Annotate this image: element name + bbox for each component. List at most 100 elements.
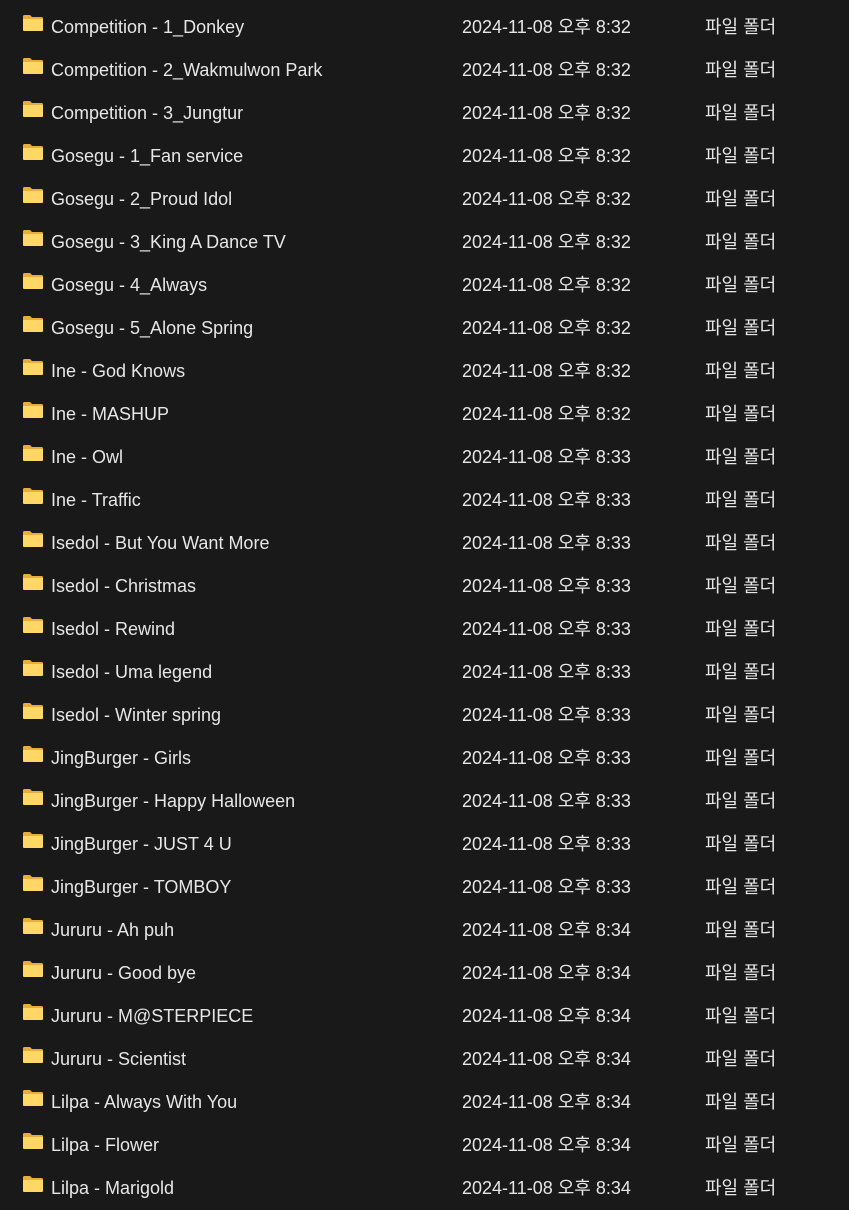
- file-row[interactable]: Gosegu - 4_Always 2024-11-08 오후 8:32 파일 …: [0, 264, 849, 307]
- file-type: 파일 폴더: [705, 490, 777, 510]
- file-name: JingBurger - TOMBOY: [51, 877, 232, 897]
- date-modified: 2024-11-08 오후 8:32: [462, 189, 631, 209]
- file-name: Gosegu - 2_Proud Idol: [51, 189, 233, 209]
- file-row[interactable]: Competition - 1_Donkey 2024-11-08 오후 8:3…: [0, 6, 849, 49]
- file-name: Isedol - Rewind: [51, 619, 176, 639]
- folder-icon: [23, 660, 43, 676]
- file-name: Isedol - Uma legend: [51, 662, 213, 682]
- folder-icon: [23, 574, 43, 590]
- file-row[interactable]: Isedol - Winter spring 2024-11-08 오후 8:3…: [0, 694, 849, 737]
- folder-icon: [23, 1176, 43, 1192]
- file-type: 파일 폴더: [705, 447, 777, 467]
- date-modified: 2024-11-08 오후 8:34: [462, 1135, 631, 1155]
- file-row[interactable]: Ine - MASHUP 2024-11-08 오후 8:32 파일 폴더: [0, 393, 849, 436]
- folder-icon: [23, 101, 43, 117]
- file-row[interactable]: Gosegu - 5_Alone Spring 2024-11-08 오후 8:…: [0, 307, 849, 350]
- file-type: 파일 폴더: [705, 1135, 777, 1155]
- file-type: 파일 폴더: [705, 318, 777, 338]
- folder-icon: [23, 703, 43, 719]
- folder-icon: [23, 746, 43, 762]
- folder-icon: [23, 58, 43, 74]
- folder-icon: [23, 1090, 43, 1106]
- folder-icon: [23, 1047, 43, 1063]
- file-type: 파일 폴더: [705, 963, 777, 983]
- file-name: Isedol - Winter spring: [51, 705, 222, 725]
- file-row[interactable]: Jururu - Ah puh 2024-11-08 오후 8:34 파일 폴더: [0, 909, 849, 952]
- folder-icon: [23, 789, 43, 805]
- folder-icon: [23, 1004, 43, 1020]
- file-row[interactable]: JingBurger - Girls 2024-11-08 오후 8:33 파일…: [0, 737, 849, 780]
- file-name: Competition - 2_Wakmulwon Park: [51, 60, 323, 80]
- file-row[interactable]: Ine - Owl 2024-11-08 오후 8:33 파일 폴더: [0, 436, 849, 479]
- file-type: 파일 폴더: [705, 146, 777, 166]
- file-row[interactable]: Ine - God Knows 2024-11-08 오후 8:32 파일 폴더: [0, 350, 849, 393]
- file-row[interactable]: Competition - 3_Jungtur 2024-11-08 오후 8:…: [0, 92, 849, 135]
- date-modified: 2024-11-08 오후 8:34: [462, 1049, 631, 1069]
- date-modified: 2024-11-08 오후 8:33: [462, 662, 631, 682]
- file-row[interactable]: JingBurger - Happy Halloween 2024-11-08 …: [0, 780, 849, 823]
- folder-icon: [23, 15, 43, 31]
- file-row[interactable]: Gosegu - 2_Proud Idol 2024-11-08 오후 8:32…: [0, 178, 849, 221]
- date-modified: 2024-11-08 오후 8:32: [462, 318, 631, 338]
- date-modified: 2024-11-08 오후 8:34: [462, 920, 631, 940]
- file-type: 파일 폴더: [705, 662, 777, 682]
- file-row[interactable]: Isedol - But You Want More 2024-11-08 오후…: [0, 522, 849, 565]
- date-modified: 2024-11-08 오후 8:32: [462, 60, 631, 80]
- file-type: 파일 폴더: [705, 533, 777, 553]
- file-row[interactable]: Jururu - Good bye 2024-11-08 오후 8:34 파일 …: [0, 952, 849, 995]
- file-name: Jururu - Good bye: [51, 963, 197, 983]
- date-modified: 2024-11-08 오후 8:33: [462, 748, 631, 768]
- file-row[interactable]: Isedol - Rewind 2024-11-08 오후 8:33 파일 폴더: [0, 608, 849, 651]
- file-name: JingBurger - JUST 4 U: [51, 834, 232, 854]
- file-name: Gosegu - 5_Alone Spring: [51, 318, 254, 338]
- file-row[interactable]: Isedol - Uma legend 2024-11-08 오후 8:33 파…: [0, 651, 849, 694]
- date-modified: 2024-11-08 오후 8:33: [462, 533, 631, 553]
- folder-icon: [23, 402, 43, 418]
- file-row[interactable]: Isedol - Christmas 2024-11-08 오후 8:33 파일…: [0, 565, 849, 608]
- file-row[interactable]: Competition - 2_Wakmulwon Park 2024-11-0…: [0, 49, 849, 92]
- date-modified: 2024-11-08 오후 8:33: [462, 834, 631, 854]
- date-modified: 2024-11-08 오후 8:32: [462, 404, 631, 424]
- file-name: Ine - Traffic: [51, 490, 141, 510]
- file-row[interactable]: Jururu - M@STERPIECE 2024-11-08 오후 8:34 …: [0, 995, 849, 1038]
- file-type: 파일 폴더: [705, 791, 777, 811]
- folder-icon: [23, 832, 43, 848]
- file-row[interactable]: JingBurger - JUST 4 U 2024-11-08 오후 8:33…: [0, 823, 849, 866]
- file-type: 파일 폴더: [705, 1092, 777, 1112]
- file-name: Isedol - But You Want More: [51, 533, 270, 553]
- file-name: Gosegu - 3_King A Dance TV: [51, 232, 286, 252]
- file-type: 파일 폴더: [705, 834, 777, 854]
- file-list: Competition - 1_Donkey 2024-11-08 오후 8:3…: [0, 0, 849, 1204]
- file-row[interactable]: Lilpa - Always With You 2024-11-08 오후 8:…: [0, 1081, 849, 1124]
- file-row[interactable]: Gosegu - 1_Fan service 2024-11-08 오후 8:3…: [0, 135, 849, 178]
- date-modified: 2024-11-08 오후 8:33: [462, 791, 631, 811]
- file-name: Isedol - Christmas: [51, 576, 197, 596]
- date-modified: 2024-11-08 오후 8:32: [462, 17, 631, 37]
- folder-icon: [23, 187, 43, 203]
- folder-icon: [23, 1133, 43, 1149]
- file-type: 파일 폴더: [705, 576, 777, 596]
- file-row[interactable]: JingBurger - TOMBOY 2024-11-08 오후 8:33 파…: [0, 866, 849, 909]
- folder-icon: [23, 144, 43, 160]
- folder-icon: [23, 918, 43, 934]
- date-modified: 2024-11-08 오후 8:33: [462, 877, 631, 897]
- file-type: 파일 폴더: [705, 232, 777, 252]
- date-modified: 2024-11-08 오후 8:32: [462, 146, 631, 166]
- date-modified: 2024-11-08 오후 8:33: [462, 490, 631, 510]
- file-type: 파일 폴더: [705, 60, 777, 80]
- file-type: 파일 폴더: [705, 1049, 777, 1069]
- date-modified: 2024-11-08 오후 8:33: [462, 576, 631, 596]
- folder-icon: [23, 230, 43, 246]
- file-type: 파일 폴더: [705, 920, 777, 940]
- file-row[interactable]: Ine - Traffic 2024-11-08 오후 8:33 파일 폴더: [0, 479, 849, 522]
- file-row[interactable]: Jururu - Scientist 2024-11-08 오후 8:34 파일…: [0, 1038, 849, 1081]
- file-name: Competition - 3_Jungtur: [51, 103, 244, 123]
- file-name: Lilpa - Flower: [51, 1135, 160, 1155]
- folder-icon: [23, 531, 43, 547]
- file-type: 파일 폴더: [705, 748, 777, 768]
- date-modified: 2024-11-08 오후 8:32: [462, 361, 631, 381]
- file-row[interactable]: Lilpa - Flower 2024-11-08 오후 8:34 파일 폴더: [0, 1124, 849, 1167]
- file-row[interactable]: Gosegu - 3_King A Dance TV 2024-11-08 오후…: [0, 221, 849, 264]
- folder-icon: [23, 488, 43, 504]
- date-modified: 2024-11-08 오후 8:33: [462, 619, 631, 639]
